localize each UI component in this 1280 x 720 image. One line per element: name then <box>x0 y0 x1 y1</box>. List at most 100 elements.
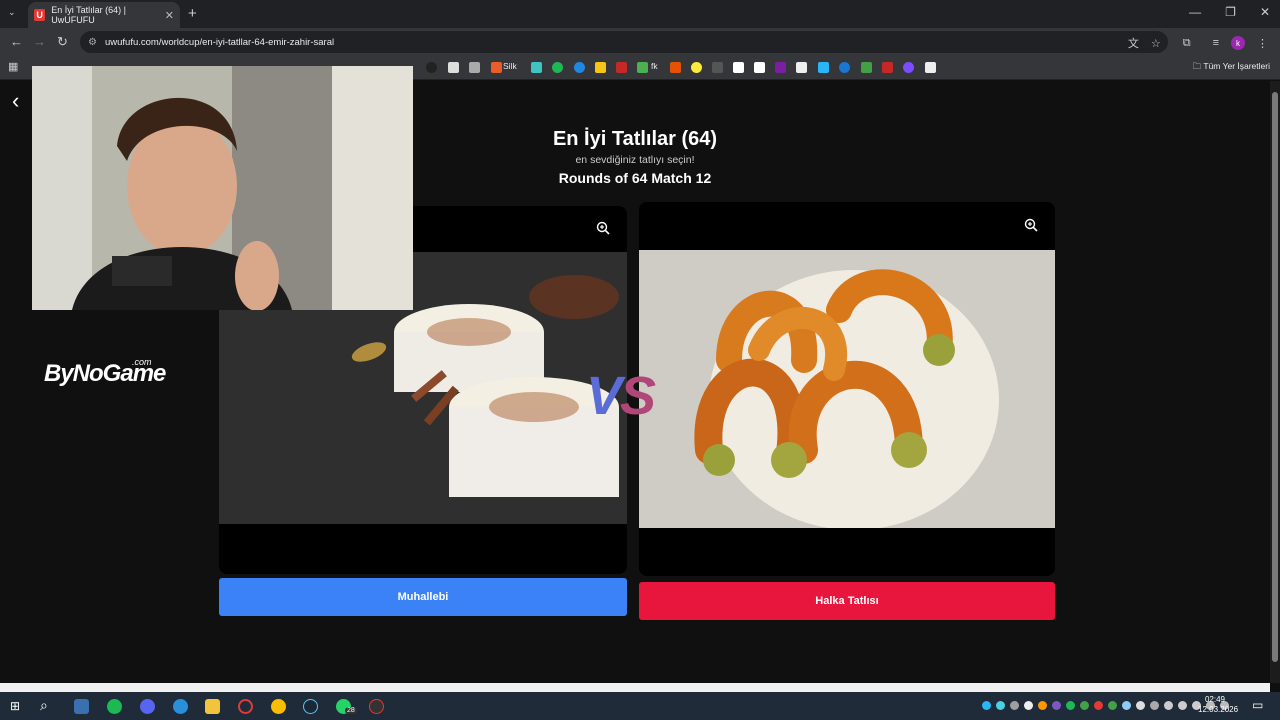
extensions-icon[interactable]: ⧉ <box>1183 37 1191 50</box>
address-bar[interactable]: ⚙ uwufufu.com/worldcup/en-iyi-tatllar-64… <box>80 31 1168 53</box>
vs-label: VS <box>586 365 656 427</box>
browser-tab[interactable]: U En İyi Tatlılar (64) | UwUFUFU ✕ <box>28 2 180 28</box>
toolbar: ← → ↻ ⚙ uwufufu.com/worldcup/en-iyi-tatl… <box>0 28 1280 56</box>
page-subtitle: en sevdiğiniz tatlıyı seçin! <box>575 154 695 166</box>
tray-icon[interactable] <box>1122 701 1131 710</box>
all-bookmarks-folder[interactable]: 🗀 Tüm Yer İşaretleri <box>1193 61 1270 75</box>
tray-icon[interactable] <box>1052 701 1061 710</box>
bookmark-icon[interactable] <box>426 62 437 73</box>
tray-icon[interactable] <box>1108 701 1117 710</box>
tray-icon[interactable] <box>1094 701 1103 710</box>
chrome-icon[interactable] <box>271 699 286 714</box>
apps-grid-icon[interactable]: ▦ <box>8 60 18 73</box>
bookmark-icon[interactable] <box>531 62 542 73</box>
silk-bookmark-icon[interactable] <box>491 62 502 73</box>
task-view-icon[interactable] <box>74 699 89 714</box>
system-tray <box>982 701 1229 710</box>
back-arrow-icon[interactable]: ← <box>10 34 23 49</box>
bookmark-icon[interactable] <box>733 62 744 73</box>
app-icon[interactable] <box>173 699 188 714</box>
webcam-overlay <box>32 66 413 310</box>
horizontal-scrollbar[interactable] <box>0 683 1270 692</box>
notifications-icon[interactable]: ▭ <box>1252 698 1263 712</box>
bookmark-icon[interactable] <box>882 62 893 73</box>
opera-icon[interactable] <box>238 699 253 714</box>
vs-s: S <box>620 366 656 426</box>
back-chevron-icon[interactable]: ‹ <box>12 88 19 114</box>
bookmark-icon[interactable] <box>469 62 480 73</box>
bookmark-icon[interactable] <box>691 62 702 73</box>
tray-icon[interactable] <box>1080 701 1089 710</box>
window-close-icon[interactable]: ✕ <box>1260 5 1270 19</box>
file-explorer-icon[interactable] <box>205 699 220 714</box>
page-title: En İyi Tatlılar (64) <box>552 128 718 150</box>
tab-search-chevron-icon[interactable]: ⌄ <box>8 7 16 18</box>
bookmark-icon[interactable] <box>595 62 606 73</box>
tray-icon[interactable] <box>1024 701 1033 710</box>
bookmark-icon[interactable] <box>574 62 585 73</box>
tray-icon[interactable] <box>1164 701 1173 710</box>
bookmark-icon[interactable] <box>818 62 829 73</box>
tray-icon[interactable] <box>1178 701 1187 710</box>
clock-date: 12.03.2026 <box>1198 705 1239 714</box>
zoom-in-icon[interactable] <box>1024 218 1038 235</box>
translate-icon[interactable]: 文 <box>1128 35 1139 51</box>
tray-icon[interactable] <box>1066 701 1075 710</box>
tab-close-icon[interactable]: ✕ <box>165 9 174 22</box>
profile-avatar[interactable]: k <box>1231 36 1245 50</box>
tray-icon[interactable] <box>1038 701 1047 710</box>
windows-start-icon[interactable]: ⊞ <box>10 699 20 713</box>
discord-icon[interactable] <box>140 699 155 714</box>
tray-icon[interactable] <box>1136 701 1145 710</box>
reload-icon[interactable]: ↻ <box>57 34 68 50</box>
bookmark-icon[interactable] <box>903 62 914 73</box>
choose-halka-tatlisi-button[interactable]: Halka Tatlısı <box>639 582 1055 620</box>
url-text: uwufufu.com/worldcup/en-iyi-tatllar-64-e… <box>104 36 335 48</box>
fk-bookmark-icon[interactable] <box>637 62 648 73</box>
choose-muhallebi-button[interactable]: Muhallebi <box>219 578 627 616</box>
menu-dots-icon[interactable]: ⋮ <box>1257 37 1268 50</box>
toolbar-right-icons: 文 ☆ ⧉ ≡ k ⋮ <box>1128 35 1268 51</box>
media-controls-icon[interactable]: ≡ <box>1213 37 1219 49</box>
tray-icon[interactable] <box>1010 701 1019 710</box>
bookmark-icon[interactable] <box>839 62 850 73</box>
spotify-icon[interactable] <box>107 699 122 714</box>
scrollbar-thumb[interactable] <box>1272 92 1278 662</box>
bookmark-icon[interactable] <box>775 62 786 73</box>
clock-time: 02:49 <box>1204 695 1226 704</box>
forward-arrow-icon[interactable]: → <box>33 34 46 49</box>
tray-icon[interactable] <box>982 701 991 710</box>
bookmark-fk[interactable]: fk <box>651 61 658 71</box>
tab-title: En İyi Tatlılar (64) | UwUFUFU <box>51 5 126 25</box>
all-bookmarks-label: Tüm Yer İşaretleri <box>1203 61 1270 71</box>
bookmark-star-icon[interactable]: ☆ <box>1151 37 1161 50</box>
minimize-icon[interactable]: — <box>1189 5 1201 19</box>
tray-icon[interactable] <box>1150 701 1159 710</box>
site-info-icon[interactable]: ⚙ <box>88 37 97 48</box>
restore-icon[interactable]: ❐ <box>1225 5 1236 19</box>
whatsapp-badge: 28 <box>345 707 357 714</box>
tray-icon[interactable] <box>996 701 1005 710</box>
bookmark-icon[interactable] <box>861 62 872 73</box>
taskbar-clock[interactable]: 02:49 12.03.2026 <box>1198 695 1239 715</box>
bookmark-icon[interactable] <box>712 62 723 73</box>
round-indicator: Rounds of 64 Match 12 <box>558 170 712 186</box>
bookmark-icon[interactable] <box>754 62 765 73</box>
steam-icon[interactable] <box>303 699 318 714</box>
uwufufu-favicon-icon: U <box>34 9 46 21</box>
zoom-in-icon[interactable] <box>596 221 610 238</box>
bookmark-silk[interactable]: Silk <box>503 61 517 71</box>
search-icon[interactable]: ⌕ <box>40 697 48 714</box>
bookmark-icon[interactable] <box>925 62 936 73</box>
obs-icon[interactable] <box>369 699 384 714</box>
window-controls: — ❐ ✕ <box>1189 5 1270 19</box>
new-tab-plus-icon[interactable]: + <box>188 5 197 22</box>
halka-tatlisi-image[interactable] <box>639 250 1055 528</box>
bynogame-logo-suffix: .com <box>132 357 152 367</box>
bookmark-icon[interactable] <box>670 62 681 73</box>
spotify-bookmark-icon[interactable] <box>552 62 563 73</box>
bookmark-icon[interactable] <box>448 62 459 73</box>
bookmark-icon[interactable] <box>796 62 807 73</box>
bookmark-icon[interactable] <box>616 62 627 73</box>
vs-v: V <box>586 366 622 426</box>
